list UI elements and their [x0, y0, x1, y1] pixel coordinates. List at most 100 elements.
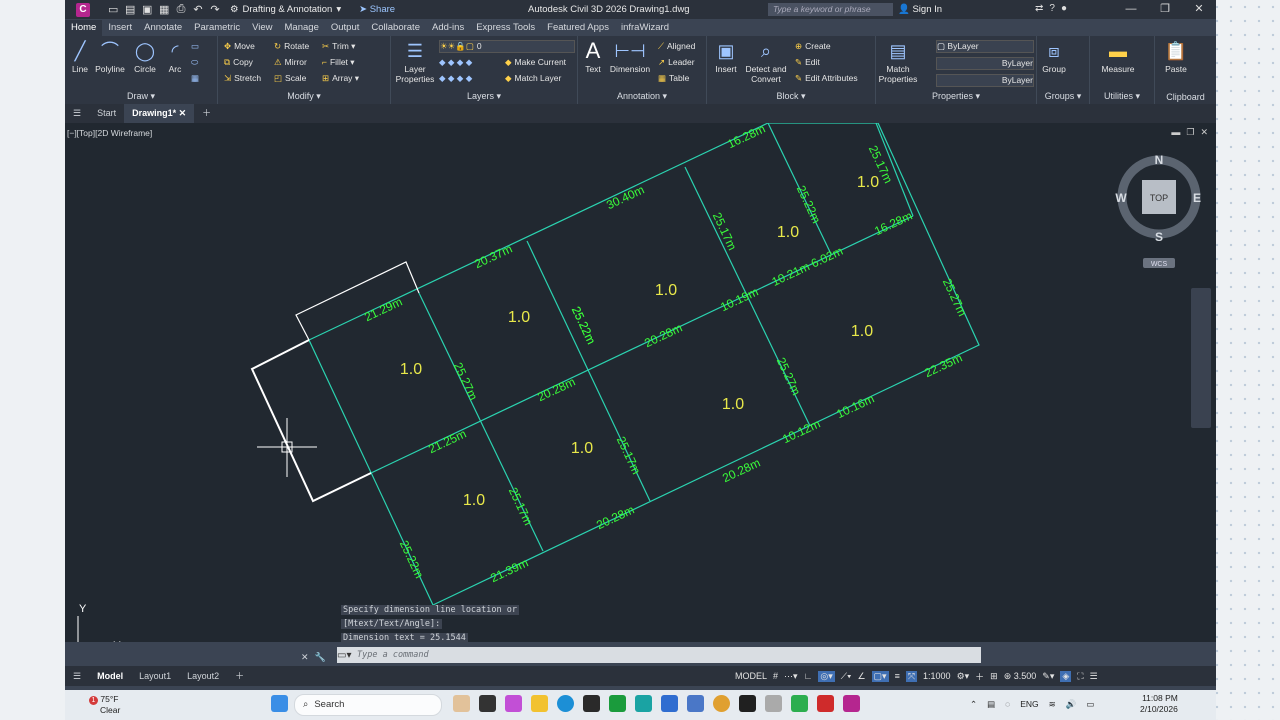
dimension-text[interactable]: 10.12m: [780, 417, 822, 447]
customization-icon[interactable]: ☰: [1090, 671, 1098, 682]
edit-attributes-button[interactable]: ✎ Edit Attributes: [795, 73, 858, 84]
lineweight-dropdown[interactable]: ByLayer: [936, 74, 1034, 87]
open-icon[interactable]: ▤: [125, 3, 135, 16]
isodraft-icon[interactable]: ⟋▾: [841, 671, 852, 682]
tab-parametric[interactable]: Parametric: [188, 22, 246, 36]
dimension-text[interactable]: 25.17m: [614, 434, 644, 476]
tab-home[interactable]: Home: [65, 20, 103, 36]
measure-button[interactable]: ▬ Measure: [1098, 40, 1138, 74]
grid-icon[interactable]: #: [773, 671, 778, 681]
otrack-icon[interactable]: ∠: [857, 671, 865, 682]
compass-w[interactable]: W: [1115, 191, 1127, 205]
compass-e[interactable]: E: [1193, 191, 1201, 205]
match-layer-button[interactable]: ◆ Match Layer: [505, 73, 561, 84]
xbox-icon[interactable]: [609, 695, 626, 712]
dimension-text[interactable]: 21.39m: [488, 556, 530, 586]
dimension-text[interactable]: 20.28m: [535, 375, 577, 405]
lot-area-label[interactable]: 1.0: [777, 224, 799, 241]
paste-button[interactable]: 📋 Paste: [1161, 40, 1191, 74]
polar-icon[interactable]: ◎▾: [818, 670, 835, 682]
dimension-text[interactable]: 25.27m: [774, 355, 804, 397]
dimension-button[interactable]: ⊢⊣ Dimension: [608, 40, 652, 74]
dimension-text[interactable]: 10.21m 6.02m: [770, 244, 845, 289]
task-view-icon[interactable]: [479, 695, 496, 712]
file-explorer-icon[interactable]: [531, 695, 548, 712]
dimension-text[interactable]: 20.28m: [642, 321, 684, 351]
user-icon[interactable]: ●: [1061, 3, 1067, 14]
arc-button[interactable]: ◜ Arc: [163, 40, 187, 74]
cart-icon[interactable]: ⇄: [1035, 3, 1043, 14]
ortho-icon[interactable]: ∟: [804, 671, 813, 681]
dimension-text[interactable]: 10.16m: [834, 392, 876, 422]
civil3d-active-icon[interactable]: [843, 695, 860, 712]
dimension-text[interactable]: 20.28m: [720, 456, 762, 486]
maximize-icon[interactable]: ❐: [1148, 0, 1182, 19]
weather-widget[interactable]: 1 75°F Clear: [89, 694, 120, 716]
mirror-button[interactable]: ⚠ Mirror: [274, 57, 307, 68]
layer-tools-icon-2[interactable]: ◆ ◆ ◆ ◆: [439, 73, 472, 84]
lot-area-label[interactable]: 1.0: [400, 361, 422, 378]
tab-view[interactable]: View: [246, 22, 278, 36]
widgets-icon[interactable]: [453, 695, 470, 712]
wcs-menu[interactable]: WCS: [1151, 261, 1168, 268]
insert-button[interactable]: ▣ Insert: [711, 40, 741, 74]
match-properties-button[interactable]: ▤ Match Properties: [878, 40, 918, 84]
app-icon[interactable]: [765, 695, 782, 712]
workspace-switcher[interactable]: ⚙ Drafting & Annotation ▾: [230, 4, 341, 15]
layer-tools-icon[interactable]: ◆ ◆ ◆ ◆: [439, 57, 472, 68]
dimension-text[interactable]: 16.28m: [725, 123, 767, 151]
tray-app-icon[interactable]: ◌: [1005, 699, 1010, 710]
workspace-gear-icon[interactable]: ⚙▾: [957, 671, 970, 682]
tab-add-ins[interactable]: Add-ins: [426, 22, 470, 36]
new-icon[interactable]: ▭: [108, 3, 118, 16]
dimension-text[interactable]: 25.17m: [710, 210, 740, 252]
lot-area-label[interactable]: 1.0: [851, 323, 873, 340]
taskbar-clock[interactable]: 11:08 PM 2/10/2026: [1140, 693, 1178, 715]
table-button[interactable]: ▦ Table: [658, 73, 689, 84]
fillet-button[interactable]: ⌐ Fillet ▾: [322, 57, 355, 68]
lineweight-icon[interactable]: ≡: [895, 671, 900, 681]
wrench-icon[interactable]: 🔧: [315, 652, 326, 663]
redo-icon[interactable]: ↷: [210, 3, 220, 16]
clipboard-panel-label[interactable]: Clipboard: [1155, 92, 1216, 102]
dimension-text[interactable]: 25.27m: [451, 360, 481, 402]
close-tab-icon[interactable]: ✕: [179, 108, 187, 118]
tab-output[interactable]: Output: [325, 22, 366, 36]
new-tab-icon[interactable]: ＋: [194, 104, 219, 123]
command-input-bar[interactable]: ▭▾ Type a command: [337, 647, 981, 663]
circle-button[interactable]: ◯ Circle: [131, 40, 159, 74]
hardware-accel-icon[interactable]: ◈: [1060, 670, 1072, 682]
isolate-icon[interactable]: ✎▾: [1042, 671, 1054, 682]
leader-button[interactable]: ↗ Leader: [658, 57, 695, 68]
app-icon[interactable]: [635, 695, 652, 712]
linetype-dropdown[interactable]: ByLayer: [936, 57, 1034, 70]
app-icon[interactable]: [583, 695, 600, 712]
block-panel-label[interactable]: Block ▾: [707, 91, 875, 102]
taskbar-search[interactable]: ⌕ Search: [294, 694, 442, 716]
tray-overflow-icon[interactable]: ⌃: [970, 699, 977, 710]
wifi-icon[interactable]: ≋: [1049, 699, 1056, 710]
tab-model[interactable]: Model: [89, 666, 131, 686]
close-command-icon[interactable]: ✕: [301, 652, 309, 663]
dimension-text[interactable]: 25.17m: [506, 485, 536, 527]
drawing-svg[interactable]: 16.28m 30.40m 25.17m 25.22m 20.37m 25.17m 16.2…: [65, 123, 1216, 642]
lot-area-label[interactable]: 1.0: [463, 492, 485, 509]
text-button[interactable]: A Text: [582, 40, 604, 75]
help-icon[interactable]: ?: [1049, 3, 1055, 14]
group-button[interactable]: ⧈ Group: [1041, 40, 1067, 74]
close-icon[interactable]: ✕: [1182, 0, 1216, 19]
dimension-text[interactable]: 20.37m: [472, 242, 514, 272]
sign-in-button[interactable]: 👤 Sign In: [898, 4, 942, 15]
dimension-text[interactable]: 21.25m: [426, 427, 468, 457]
tray-app-icon[interactable]: ▤: [987, 699, 995, 710]
ellipse-icon[interactable]: ⬭: [191, 57, 198, 68]
layer-dropdown[interactable]: ☀☀🔒▢ 0: [439, 40, 575, 53]
rectangle-icon[interactable]: ▭: [191, 41, 199, 52]
layout-menu-icon[interactable]: ☰: [65, 666, 89, 686]
dimension-text[interactable]: 21.29m: [362, 295, 404, 325]
dimension-text[interactable]: 25.27m: [940, 276, 970, 318]
osnap-icon[interactable]: ▢▾: [871, 670, 889, 682]
copilot-icon[interactable]: [505, 695, 522, 712]
edge-icon[interactable]: [557, 695, 574, 712]
annotation-panel-label[interactable]: Annotation ▾: [578, 91, 706, 102]
